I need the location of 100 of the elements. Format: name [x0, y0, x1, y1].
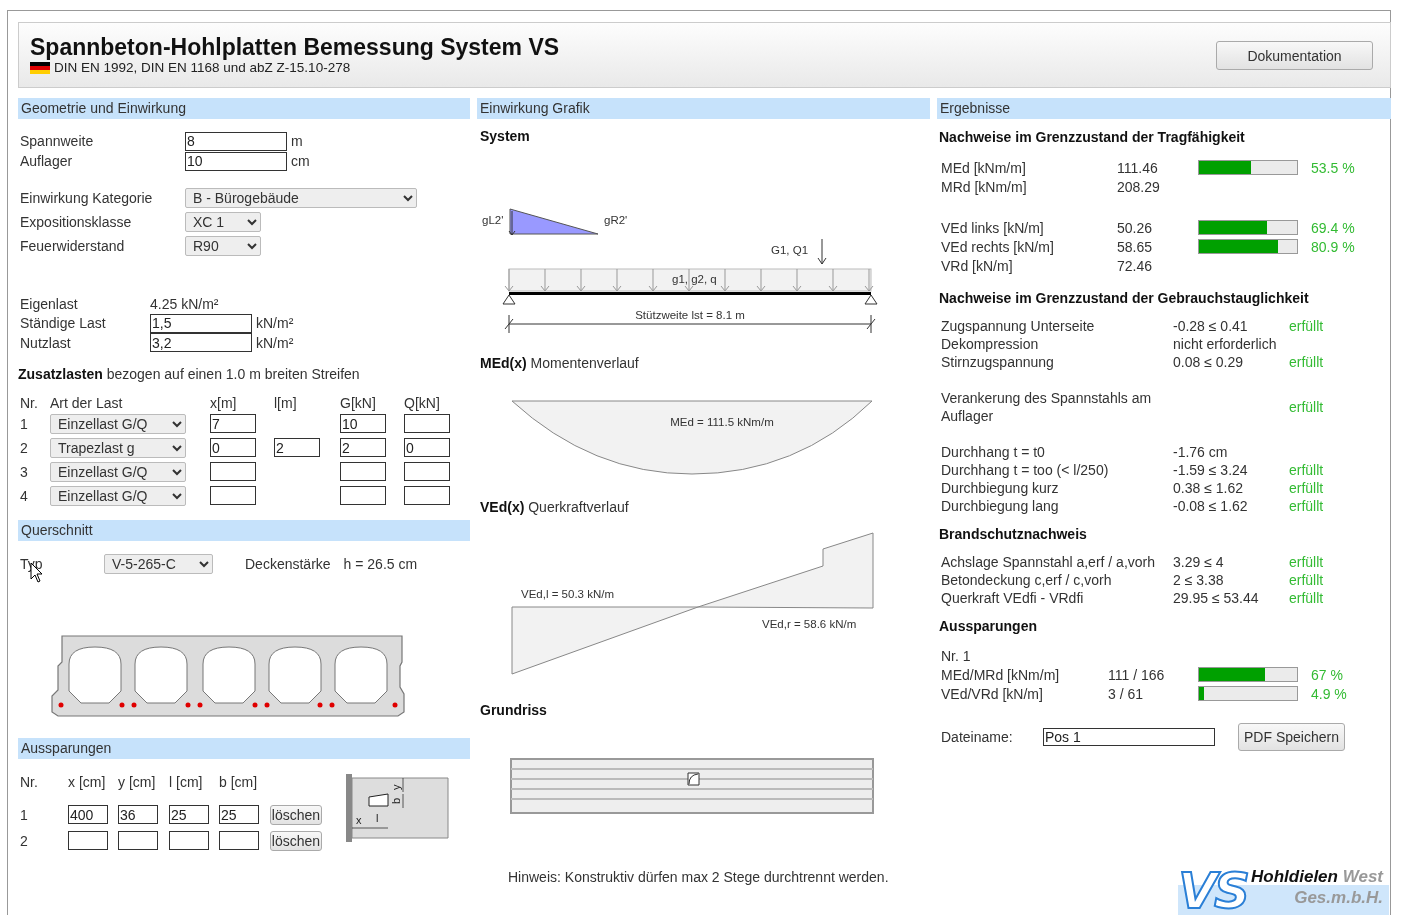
unit-label: kN/m² — [256, 315, 294, 332]
result-label: MEd/MRd [kNm/m] — [941, 666, 1061, 683]
load-label: gR2' — [604, 214, 628, 226]
input-field[interactable]: 10 — [340, 414, 386, 433]
input-field[interactable] — [210, 486, 256, 505]
result-value: nicht erforderlich — [1173, 336, 1277, 352]
input-field[interactable] — [404, 462, 450, 481]
load-type-dropdown[interactable]: Trapezlast g — [50, 437, 186, 458]
unit-label: kN/m² — [256, 334, 294, 351]
results-title: Aussparungen — [939, 617, 1038, 635]
result-value: 3.29 ≤ 4 — [1173, 553, 1225, 571]
utilization-percent: 4.9 % — [1311, 685, 1348, 702]
row-number: 2 — [20, 832, 29, 849]
input-field[interactable]: 36 — [118, 805, 158, 824]
load-label: G1, Q1 — [771, 244, 809, 256]
column-header: Nr. — [20, 395, 39, 410]
input-field[interactable] — [340, 486, 386, 505]
dropdown[interactable]: XC 1 — [185, 212, 261, 232]
result-label: MRd [kNm/m] — [941, 178, 1028, 195]
input-field[interactable]: 2 — [340, 438, 386, 457]
result-value: 2 ≤ 3.38 — [1173, 571, 1225, 589]
utilization-percent: 69.4 % — [1311, 219, 1356, 236]
input-field[interactable]: 8 — [185, 131, 287, 151]
field-label: Eigenlast — [20, 295, 79, 312]
input-field[interactable] — [219, 831, 259, 850]
input-field[interactable]: 3,2 — [150, 333, 252, 353]
column-header: b [cm] — [219, 773, 259, 790]
result-value: -1.76 cm — [1173, 444, 1228, 460]
result-label: Querkraft VEdfi - VRdfi — [941, 589, 1085, 607]
field-label: Auflager — [20, 153, 74, 169]
input-field[interactable]: 2 — [274, 438, 320, 457]
dropdown[interactable]: R90 — [185, 236, 261, 256]
status-text: erfüllt — [1289, 353, 1325, 371]
input-field[interactable]: 1,5 — [150, 313, 252, 333]
result-value: 111 / 166 — [1108, 666, 1166, 683]
logo-text: West — [1342, 867, 1383, 886]
input-field[interactable]: 400 — [68, 805, 108, 824]
field-label: Expositionsklasse — [20, 214, 133, 230]
input-field[interactable] — [340, 462, 386, 481]
result-label: Achslage Spannstahl a,erf / a,vorh — [941, 553, 1157, 571]
result-value: 29.95 ≤ 53.44 — [1173, 589, 1260, 607]
input-field[interactable]: 10 — [185, 151, 287, 171]
input-field[interactable] — [169, 831, 209, 850]
status-text: erfüllt — [1289, 461, 1325, 479]
column-header: y [cm] — [118, 773, 157, 790]
result-value: -1.59 ≤ 3.24 — [1173, 462, 1248, 478]
moment-label: MEd = 111.5 kNm/m — [670, 416, 774, 428]
load-type-dropdown[interactable]: Einzellast G/Q — [50, 461, 186, 482]
input-field[interactable] — [404, 414, 450, 433]
unit-label: m — [291, 133, 303, 149]
logo-mark: VS — [1178, 867, 1248, 915]
input-field[interactable]: 25 — [169, 805, 209, 824]
input-field[interactable] — [68, 831, 108, 850]
filename-field[interactable]: Pos 1 — [1043, 728, 1215, 746]
field-label: Feuerwiderstand — [20, 238, 126, 254]
result-value: 111.46 — [1117, 159, 1159, 176]
load-type-dropdown[interactable]: Einzellast G/Q — [50, 485, 186, 506]
result-label: Betondeckung c,erf / c,vorh — [941, 571, 1113, 589]
delete-button[interactable]: löschen — [270, 804, 322, 825]
field-label: Einwirkung Kategorie — [20, 190, 154, 206]
column-header: x [cm] — [68, 773, 107, 790]
result-label: Durchbiegung kurz — [941, 479, 1060, 497]
result-value: -0.08 ≤ 1.62 — [1173, 498, 1248, 514]
unit-label: cm — [291, 153, 310, 169]
save-pdf-button[interactable]: PDF Speichern — [1238, 723, 1345, 751]
dropdown[interactable]: B - Bürogebäude — [185, 188, 417, 208]
documentation-button[interactable]: Dokumentation — [1216, 41, 1373, 70]
input-field[interactable]: 0 — [404, 438, 450, 457]
section-header: Geometrie und Einwirkung — [18, 98, 470, 119]
input-field[interactable]: 25 — [219, 805, 259, 824]
status-text: erfüllt — [1289, 479, 1325, 497]
column-header: G[kN] — [340, 395, 377, 410]
results-title: Nachweise im Grenzzustand der Gebrauchstauglichkeit — [939, 289, 1310, 307]
utilization-percent: 80.9 % — [1311, 238, 1356, 255]
section-header: Einwirkung Grafik — [477, 98, 930, 119]
result-label: Durchhang t = t0 — [941, 443, 1046, 461]
input-field[interactable]: 0 — [210, 438, 256, 457]
result-value: 0.38 ≤ 1.62 — [1173, 480, 1243, 496]
input-field[interactable] — [404, 486, 450, 505]
input-field[interactable]: 7 — [210, 414, 256, 433]
result-value: -0.28 ≤ 0.41 — [1173, 318, 1248, 334]
column-header: Art der Last — [50, 395, 124, 410]
diagram-title: VEd(x) Querkraftverlauf — [480, 498, 630, 516]
results-title: Nachweise im Grenzzustand der Tragfähigkeit — [939, 128, 1246, 146]
column-header: l [cm] — [169, 773, 204, 790]
result-label: Stirnzugspannung — [941, 353, 1055, 371]
load-type-dropdown[interactable]: Einzellast G/Q — [50, 413, 186, 434]
utilization-percent: 67 % — [1311, 666, 1344, 683]
result-value: 0.08 ≤ 0.29 — [1173, 354, 1243, 370]
load-label: gL2' — [482, 214, 504, 226]
input-field[interactable] — [210, 462, 256, 481]
result-value: 208.29 — [1117, 178, 1161, 195]
additional-loads-title: Zusatzlasten bezogen auf einen 1.0 m breiten Streifen — [18, 364, 361, 383]
input-field[interactable] — [118, 831, 158, 850]
result-label: VEd links [kN/m] — [941, 219, 1045, 236]
results-title: Brandschutznachweis — [939, 525, 1088, 543]
flag-icon — [30, 62, 50, 74]
row-number: 2 — [20, 439, 29, 456]
section-type-dropdown[interactable]: V-5-265-C — [104, 553, 213, 574]
delete-button[interactable]: löschen — [270, 830, 322, 851]
